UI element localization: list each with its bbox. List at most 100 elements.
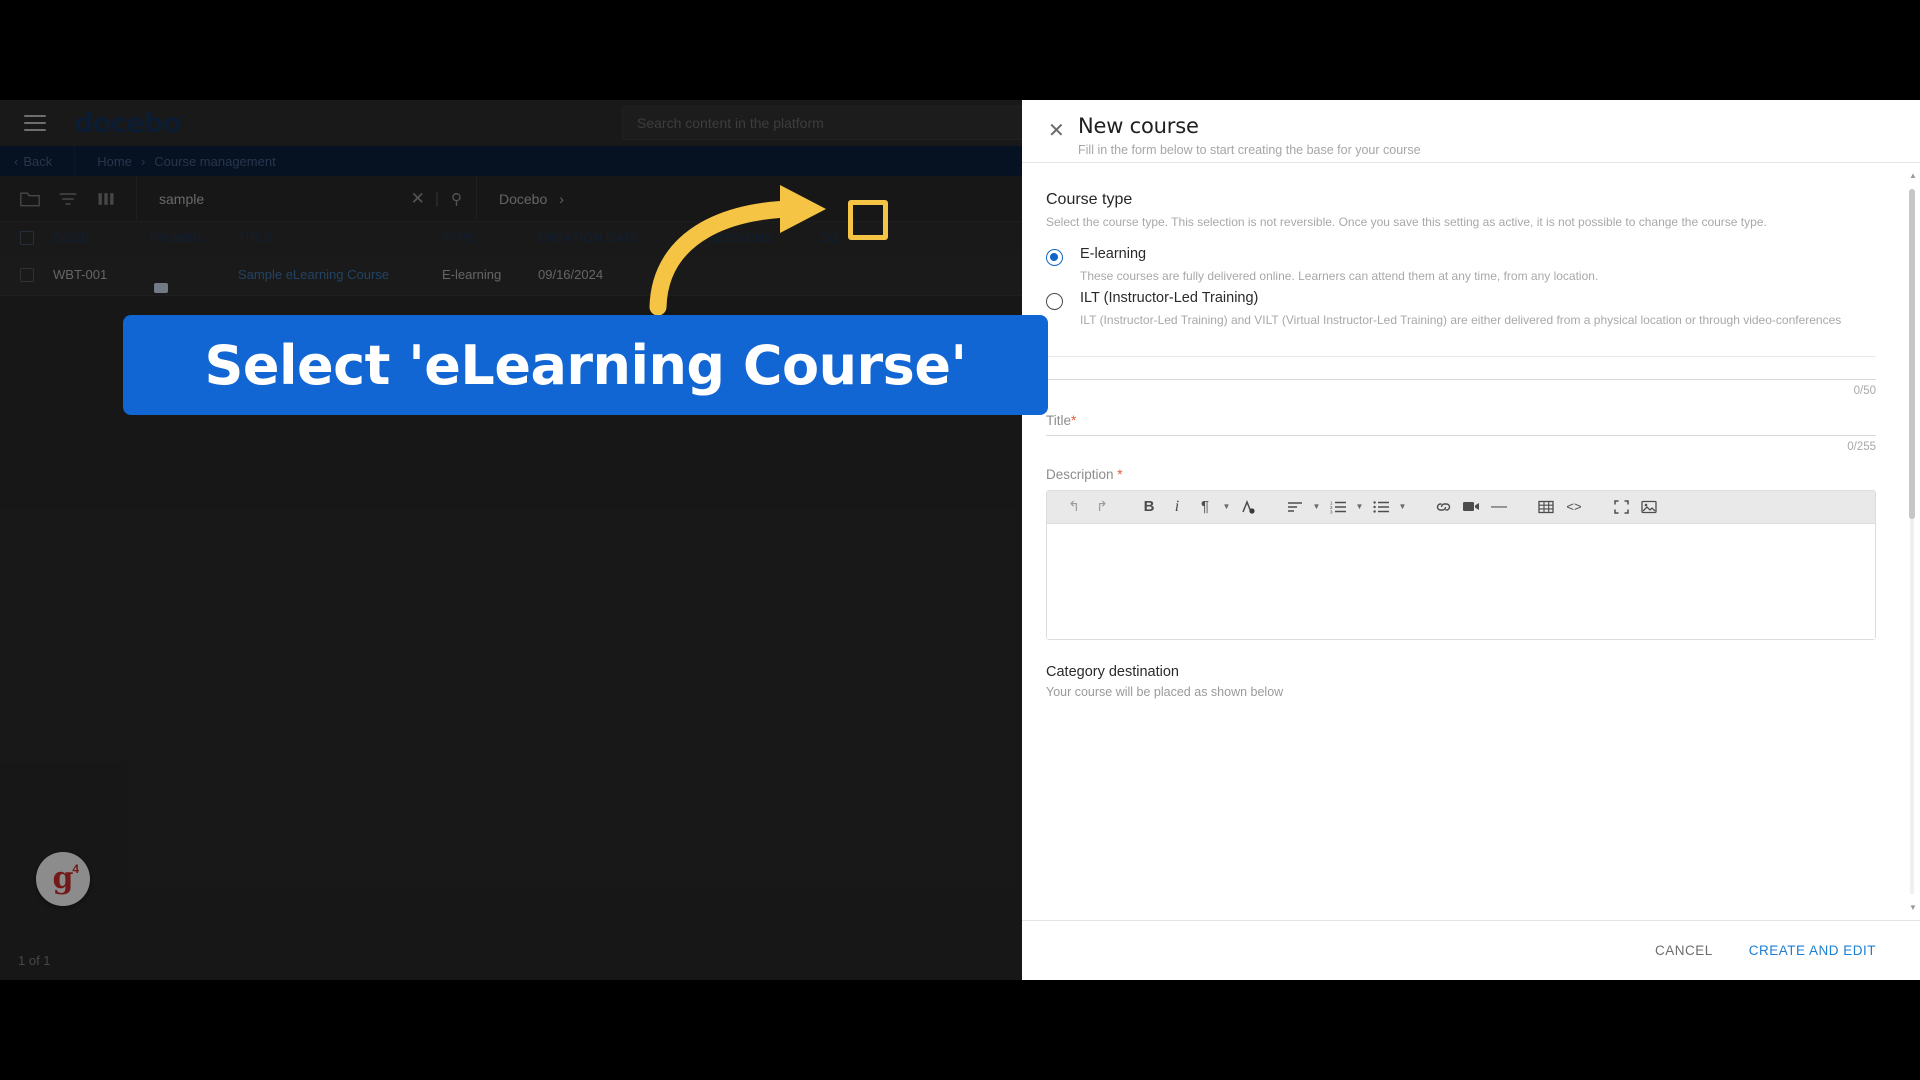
org-selector[interactable]: Docebo › — [477, 191, 564, 207]
pagination-count: 1 of 1 — [18, 952, 51, 968]
chevron-left-icon: ‹ — [14, 153, 19, 169]
global-search-placeholder: Search content in the platform — [637, 115, 824, 131]
ordered-list-icon[interactable]: 123 — [1325, 495, 1351, 519]
table-search[interactable]: sample ✕ | ⚲ — [137, 176, 477, 221]
column-header-type[interactable]: TYPE — [442, 231, 538, 245]
new-course-panel: ✕ New course Fill in the form below to s… — [1022, 100, 1920, 980]
description-field-label-text: Description — [1046, 466, 1114, 482]
annotation-highlight-box — [848, 200, 888, 240]
g4-logo-badge: g 4 — [36, 852, 90, 906]
video-icon[interactable] — [1458, 495, 1484, 519]
title-required-marker: * — [1071, 412, 1077, 428]
radio-ilt-input[interactable] — [1046, 293, 1063, 311]
annotation-arrow — [649, 185, 826, 315]
code-field-underline — [1046, 378, 1876, 380]
source-code-icon[interactable]: <> — [1561, 495, 1587, 519]
panel-subtitle: Fill in the form below to start creating… — [1078, 143, 1421, 157]
code-field[interactable]: 0/50 — [1046, 378, 1876, 397]
table-search-value: sample — [159, 190, 205, 207]
screenshot-root: docebo° Search content in the platform ‹… — [0, 0, 1920, 1080]
category-destination-heading: Category destination — [1046, 663, 1179, 680]
column-header-code[interactable]: CODE — [53, 231, 148, 245]
clear-search-icon[interactable]: ✕ — [401, 189, 435, 209]
image-icon[interactable] — [1636, 495, 1662, 519]
scrollbar-thumb[interactable] — [1909, 189, 1915, 519]
table-icon[interactable] — [1533, 495, 1559, 519]
text-color-icon[interactable] — [1235, 495, 1261, 519]
breadcrumb-separator-icon: › — [140, 153, 146, 169]
editor-content-area[interactable] — [1047, 523, 1875, 639]
code-field-counter: 0/50 — [1853, 384, 1876, 397]
italic-icon[interactable]: i — [1164, 495, 1190, 519]
course-type-heading: Course type — [1046, 191, 1133, 208]
title-field-counter: 0/255 — [1847, 440, 1876, 453]
g4-logo-letter: g — [52, 861, 74, 896]
undo-icon[interactable]: ↰ — [1061, 495, 1087, 519]
title-field-label-text: Title — [1046, 412, 1072, 428]
page-title: New course — [1078, 114, 1199, 138]
category-destination-description: Your course will be placed as shown belo… — [1046, 684, 1284, 699]
redo-icon[interactable]: ↱ — [1089, 495, 1115, 519]
close-icon[interactable]: ✕ — [1022, 114, 1078, 141]
align-chevron-down-icon[interactable]: ▼ — [1310, 502, 1323, 511]
org-label: Docebo — [499, 190, 548, 207]
radio-option-ilt[interactable]: ILT (Instructor-Led Training) ILT (Instr… — [1046, 290, 1876, 329]
horizontal-rule-icon[interactable]: — — [1486, 495, 1512, 519]
panel-scrollbar[interactable]: ▲ ▼ — [1909, 171, 1917, 912]
radio-elearning-label: E-learning — [1080, 246, 1147, 262]
cell-code: WBT-001 — [53, 267, 108, 282]
row-checkbox[interactable] — [20, 267, 34, 282]
align-icon[interactable] — [1282, 495, 1308, 519]
back-label: Back — [23, 153, 53, 169]
column-header-title[interactable]: TITLE — [238, 231, 438, 245]
panel-header: ✕ New course Fill in the form below to s… — [1022, 100, 1920, 163]
rich-text-editor[interactable]: ↰ ↱ B i ¶ ▼ ▼ 1 2 3 ▼ ▼ — <> — [1046, 489, 1876, 640]
breadcrumb-item-home[interactable]: Home — [97, 154, 132, 169]
cell-type: E-learning — [442, 267, 502, 282]
ordered-list-chevron-down-icon[interactable]: ▼ — [1353, 502, 1366, 511]
brand-text: docebo — [74, 107, 182, 139]
brand-mark: ° — [181, 113, 186, 125]
columns-icon[interactable] — [96, 190, 116, 208]
scroll-up-arrow-icon[interactable]: ▲ — [1909, 171, 1917, 180]
title-field-underline — [1046, 434, 1876, 436]
column-header-thumbnail[interactable]: THUMBN... — [148, 231, 236, 245]
paragraph-icon[interactable]: ¶ — [1192, 495, 1218, 519]
radio-option-elearning[interactable]: E-learning These courses are fully deliv… — [1046, 246, 1876, 285]
breadcrumb-items: Home › Course management — [75, 154, 275, 169]
panel-body: Course type Select the course type. This… — [1022, 163, 1920, 920]
create-and-edit-button[interactable]: CREATE AND EDIT — [1749, 943, 1876, 958]
bulleted-list-icon[interactable] — [1368, 495, 1394, 519]
g4-logo-superscript: 4 — [72, 862, 79, 876]
bold-icon[interactable]: B — [1136, 495, 1162, 519]
hamburger-icon[interactable] — [24, 115, 46, 131]
folder-icon[interactable] — [20, 190, 40, 208]
title-field-label: Title* — [1046, 413, 1876, 428]
scroll-down-arrow-icon[interactable]: ▼ — [1909, 903, 1917, 912]
filter-icon[interactable] — [58, 190, 78, 208]
paragraph-chevron-down-icon[interactable]: ▼ — [1220, 502, 1233, 511]
description-field: Description * ↰ ↱ B i ¶ ▼ ▼ 1 2 3 ▼ ▼ — … — [1046, 467, 1876, 640]
select-all-checkbox[interactable] — [20, 231, 34, 245]
title-field[interactable]: Title* 0/255 — [1046, 413, 1876, 453]
annotation-callout: Select 'eLearning Course' — [123, 315, 1048, 415]
bulleted-list-chevron-down-icon[interactable]: ▼ — [1396, 502, 1409, 511]
chevron-right-icon: › — [559, 190, 564, 207]
search-icon[interactable]: ⚲ — [439, 190, 462, 208]
description-field-label: Description * — [1046, 467, 1876, 482]
docebo-logo: docebo° — [74, 108, 186, 139]
fullscreen-icon[interactable] — [1608, 495, 1634, 519]
cancel-button[interactable]: CANCEL — [1655, 943, 1713, 958]
radio-ilt-description: ILT (Instructor-Led Training) and VILT (… — [1080, 313, 1842, 328]
editor-toolbar: ↰ ↱ B i ¶ ▼ ▼ 1 2 3 ▼ ▼ — <> — [1047, 490, 1875, 524]
radio-elearning-description: These courses are fully delivered online… — [1080, 268, 1599, 283]
panel-footer: CANCEL CREATE AND EDIT — [1022, 920, 1920, 980]
radio-elearning-input[interactable] — [1046, 249, 1063, 266]
annotation-callout-text: Select 'eLearning Course' — [204, 333, 967, 397]
course-type-description: Select the course type. This selection i… — [1046, 215, 1767, 229]
back-button[interactable]: ‹ Back — [0, 146, 76, 176]
breadcrumb-item-course-management[interactable]: Course management — [154, 154, 275, 169]
link-icon[interactable] — [1430, 495, 1456, 519]
cell-title-link[interactable]: Sample eLearning Course — [238, 267, 438, 282]
section-divider — [1046, 355, 1876, 357]
